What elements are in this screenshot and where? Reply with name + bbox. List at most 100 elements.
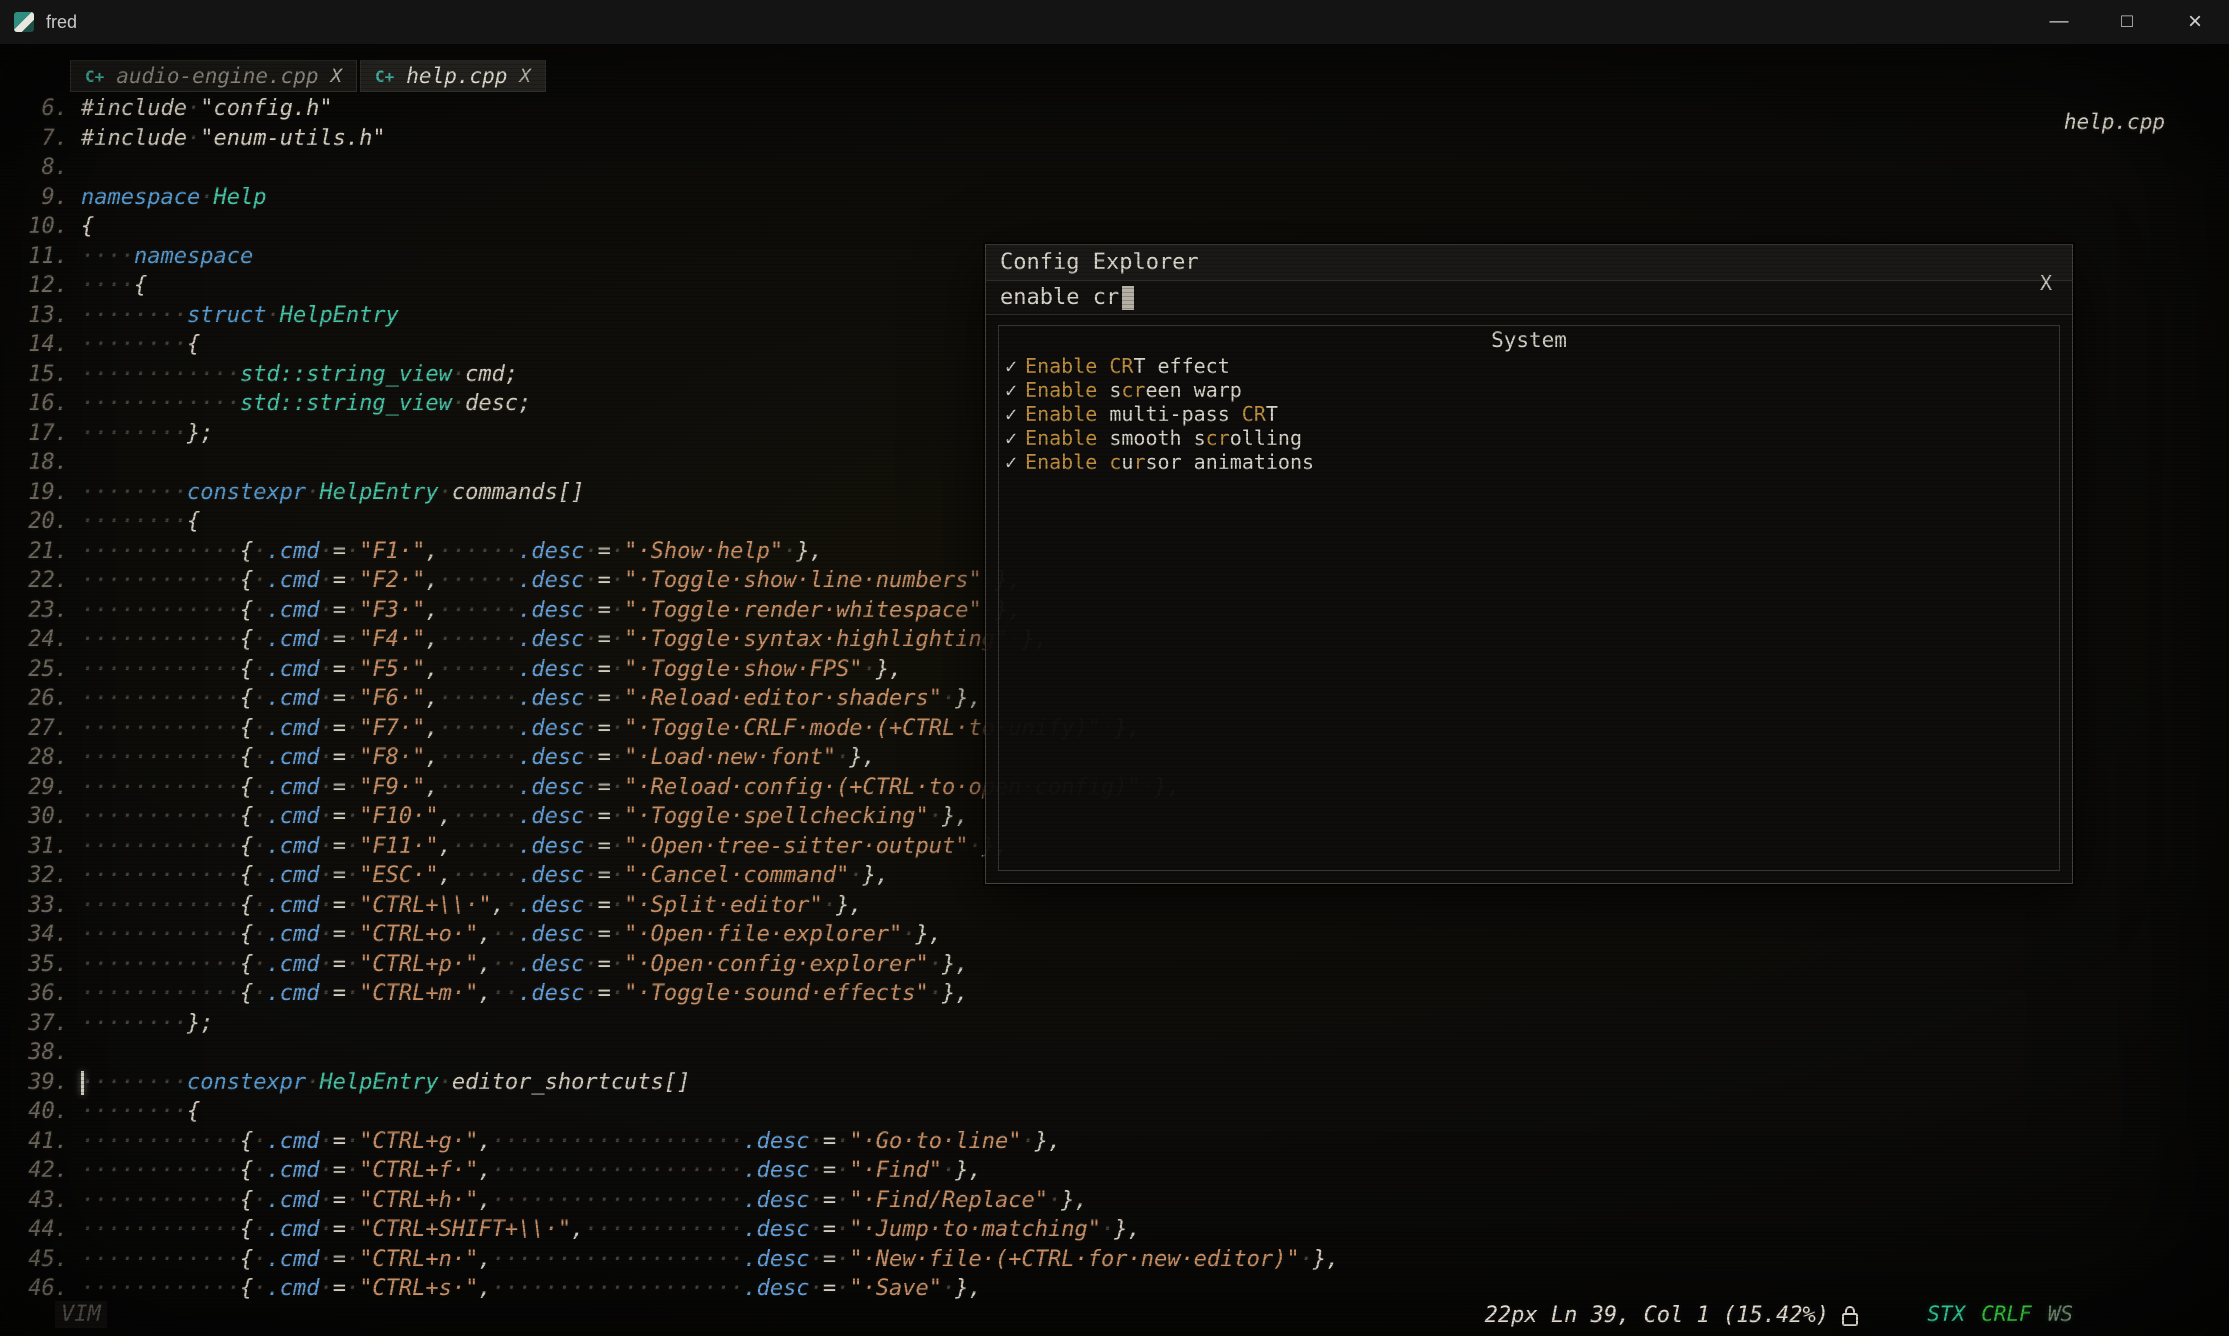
code-token: {	[240, 745, 253, 770]
code-token: =	[598, 863, 611, 888]
code-token: },	[1313, 1247, 1340, 1272]
code-token: ·····	[452, 804, 518, 829]
code-line[interactable]: 35.············{·.cmd·=·"CTRL+p·",··.des…	[0, 950, 2229, 980]
line-number: 8.	[26, 153, 68, 183]
option-text: CR	[1109, 354, 1133, 378]
code-token: {	[81, 214, 94, 239]
code-token: ·	[1300, 1247, 1313, 1272]
code-token: ·	[611, 893, 624, 918]
config-option[interactable]: ✓Enable CRT effect	[999, 354, 2059, 378]
code-token: ·	[253, 1188, 266, 1213]
code-token: ·	[253, 1217, 266, 1242]
code-token: .cmd	[266, 598, 319, 623]
code-line[interactable]: 34.············{·.cmd·=·"CTRL+o·",··.des…	[0, 920, 2229, 950]
code-token: =	[333, 627, 346, 652]
code-token: ·	[346, 745, 359, 770]
code-token: ·	[584, 922, 597, 947]
line-number: 15.	[26, 360, 68, 390]
tab-help-cpp[interactable]: C+help.cppX	[360, 60, 546, 92]
code-line[interactable]: 45.············{·.cmd·=·"CTRL+n·",······…	[0, 1245, 2229, 1275]
maximize-button[interactable]: □	[2093, 0, 2161, 44]
code-token: ·	[611, 981, 624, 1006]
code-line[interactable]: 33.············{·.cmd·=·"CTRL+\\·",·.des…	[0, 891, 2229, 921]
code-token: ,	[425, 539, 438, 564]
code-token: =	[598, 775, 611, 800]
code-line[interactable]: 36.············{·.cmd·=·"CTRL+m·",··.des…	[0, 979, 2229, 1009]
window-title: fred	[46, 12, 77, 33]
code-line[interactable]: 38.	[0, 1038, 2229, 1068]
code-token: ·	[319, 686, 332, 711]
line-number: 13.	[26, 301, 68, 331]
code-token: },	[796, 539, 823, 564]
checkbox-icon: ✓	[1005, 402, 1017, 426]
code-token: ·	[584, 863, 597, 888]
line-number: 16.	[26, 389, 68, 419]
tab-close-icon[interactable]: X	[519, 65, 530, 87]
code-token: ·	[319, 922, 332, 947]
code-token: ········	[81, 480, 187, 505]
code-token: "·Open·config·explorer"	[624, 952, 929, 977]
code-line[interactable]: 9.namespace·Help	[0, 183, 2229, 213]
code-line[interactable]: 43.············{·.cmd·=·"CTRL+h·",······…	[0, 1186, 2229, 1216]
code-token: "CTRL+g·"	[359, 1129, 478, 1154]
tab-close-icon[interactable]: X	[331, 65, 342, 87]
code-token: ···················	[492, 1158, 744, 1183]
code-token: .cmd	[266, 804, 319, 829]
code-token: ,	[478, 1158, 491, 1183]
tab-label: audio-engine.cpp	[116, 64, 318, 88]
config-option[interactable]: ✓Enable screen warp	[999, 378, 2059, 402]
cpp-file-icon: C+	[375, 67, 394, 86]
code-line[interactable]: 37.········};	[0, 1009, 2229, 1039]
text-cursor-block	[1122, 286, 1134, 310]
code-line[interactable]: 6.#include·"config.h"	[0, 94, 2229, 124]
code-token: ·	[810, 1247, 823, 1272]
line-number: 17.	[26, 419, 68, 449]
code-token: ········	[81, 332, 187, 357]
line-number: 40.	[26, 1097, 68, 1127]
code-token: ············	[81, 1158, 240, 1183]
code-token: ·	[505, 893, 518, 918]
code-token: ·	[1048, 1188, 1061, 1213]
code-token: ·	[253, 1158, 266, 1183]
code-line[interactable]: 42.············{·.cmd·=·"CTRL+f·",······…	[0, 1156, 2229, 1186]
code-token: desc;	[465, 391, 531, 416]
code-token: ,	[571, 1217, 584, 1242]
code-token: =	[598, 686, 611, 711]
checkbox-icon: ✓	[1005, 354, 1017, 378]
code-token: ·	[439, 480, 452, 505]
code-token: .cmd	[266, 539, 319, 564]
minimize-button[interactable]: —	[2025, 0, 2093, 44]
tab-audio-engine-cpp[interactable]: C+audio-engine.cppX	[70, 60, 357, 92]
code-token: "·Toggle·show·line·numbers"	[624, 568, 982, 593]
code-token: =	[598, 657, 611, 682]
code-line[interactable]: 39.········constexpr·HelpEntry·editor_sh…	[0, 1068, 2229, 1098]
code-token: =	[333, 745, 346, 770]
code-token: ············	[81, 539, 240, 564]
config-option[interactable]: ✓Enable smooth scrolling	[999, 426, 2059, 450]
close-button[interactable]: ×	[2161, 0, 2229, 44]
config-option[interactable]: ✓Enable cursor animations	[999, 450, 2059, 474]
code-line[interactable]: 7.#include·"enum-utils.h"	[0, 124, 2229, 154]
code-token: ············	[584, 1217, 743, 1242]
code-token: ·	[319, 1247, 332, 1272]
code-token: {	[240, 539, 253, 564]
config-search-input[interactable]: enable cr	[986, 281, 2072, 315]
code-token: .desc	[743, 1158, 809, 1183]
code-token: {	[240, 981, 253, 1006]
code-token: {	[240, 568, 253, 593]
config-option[interactable]: ✓Enable multi-pass CRT	[999, 402, 2059, 426]
code-token: .cmd	[266, 1158, 319, 1183]
code-token: ·	[346, 863, 359, 888]
option-text	[1097, 450, 1109, 474]
code-line[interactable]: 10.{	[0, 212, 2229, 242]
code-token: ·	[584, 775, 597, 800]
code-line[interactable]: 8.	[0, 153, 2229, 183]
code-line[interactable]: 41.············{·.cmd·=·"CTRL+g·",······…	[0, 1127, 2229, 1157]
code-line[interactable]: 40.········{	[0, 1097, 2229, 1127]
line-number: 44.	[26, 1215, 68, 1245]
config-search-query: enable cr	[1000, 285, 1119, 310]
code-token: ············	[81, 1247, 240, 1272]
code-line[interactable]: 44.············{·.cmd·=·"CTRL+SHIFT+\\·"…	[0, 1215, 2229, 1245]
dialog-close-button[interactable]: X	[2040, 271, 2052, 295]
code-token: "enum-utils.h"	[200, 126, 385, 151]
